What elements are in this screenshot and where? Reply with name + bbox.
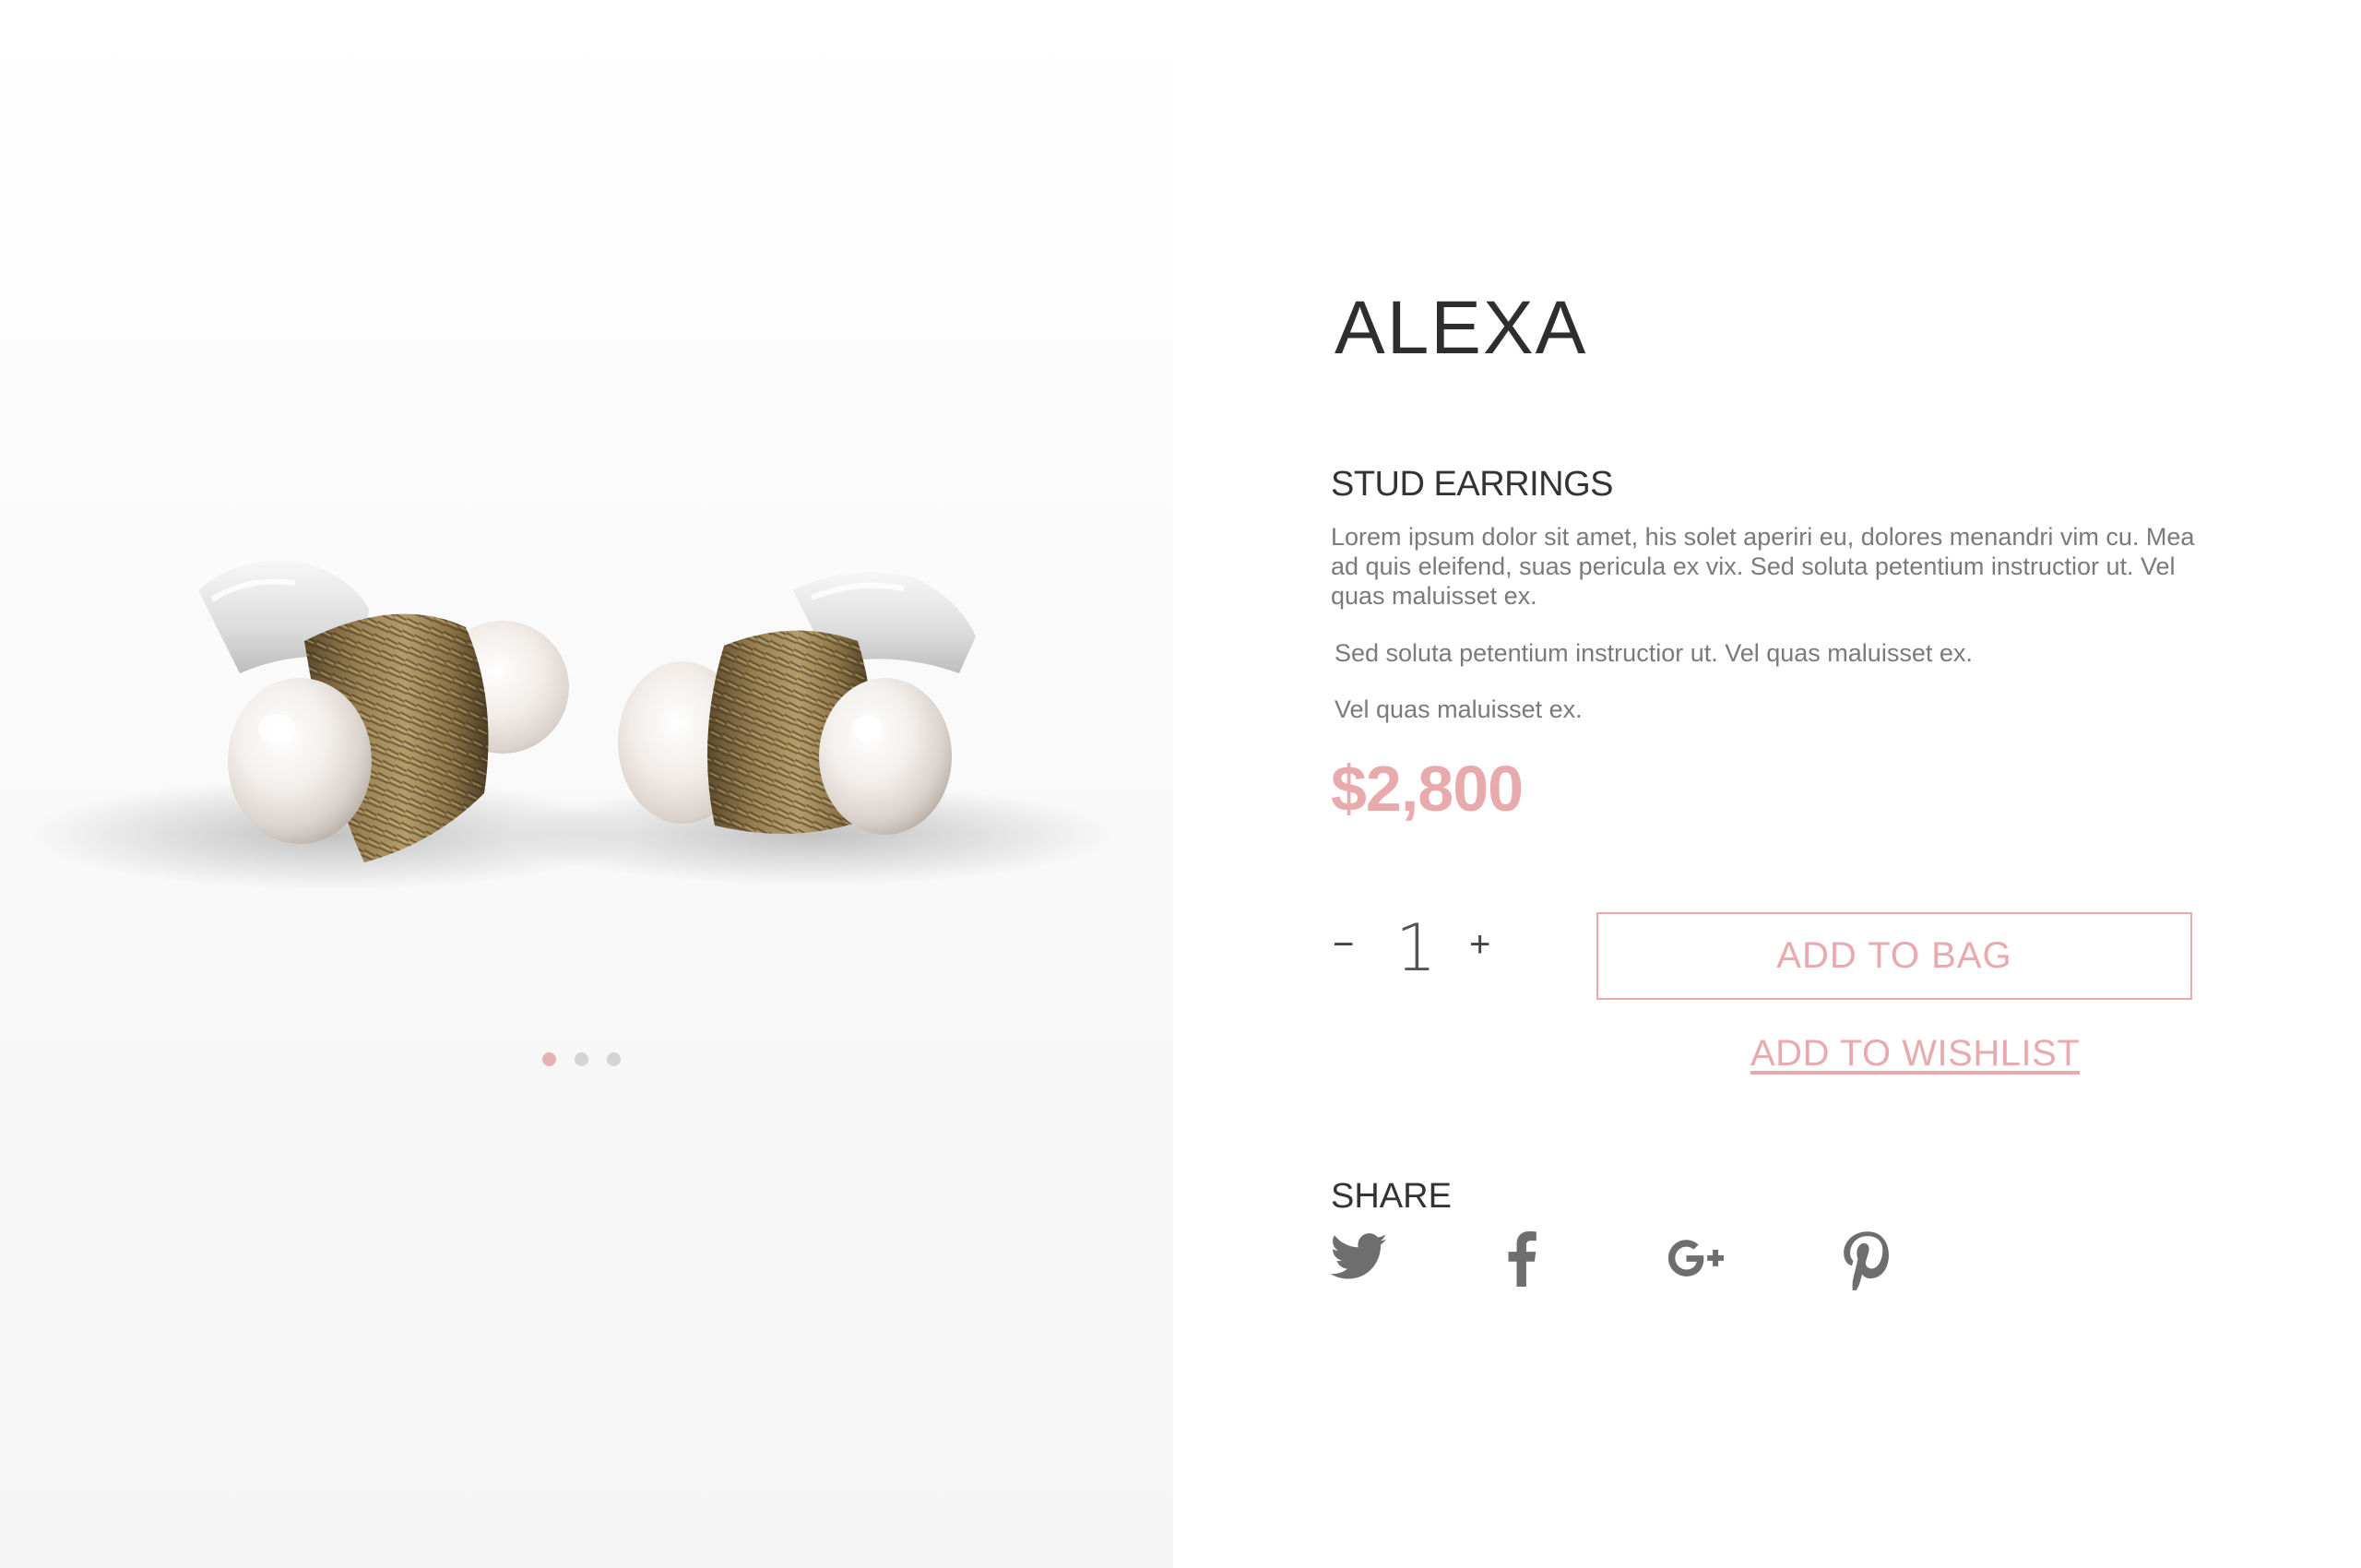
add-to-wishlist-link[interactable]: ADD TO WISHLIST xyxy=(1750,1035,2080,1072)
google-plus-icon[interactable] xyxy=(1667,1231,1725,1287)
carousel-dot-1[interactable] xyxy=(542,1052,556,1066)
quantity-value[interactable]: 1 xyxy=(1395,911,1437,985)
quantity-stepper: − 1 + xyxy=(1331,911,1515,985)
facebook-icon[interactable] xyxy=(1506,1231,1537,1287)
product-description: Lorem ipsum dolor sit amet, his solet ap… xyxy=(1331,523,2195,610)
product-page: ALEXA STUD EARRINGS Lorem ipsum dolor si… xyxy=(0,0,2361,1568)
add-to-bag-button[interactable]: ADD TO BAG xyxy=(1596,912,2192,1000)
twitter-icon[interactable] xyxy=(1331,1231,1388,1283)
product-gallery xyxy=(0,0,1173,1568)
carousel-dot-2[interactable] xyxy=(575,1052,588,1066)
quantity-decrease-button[interactable]: − xyxy=(1333,924,1354,966)
product-type: STUD EARRINGS xyxy=(1331,465,1613,504)
product-description-3: Vel quas maluisset ex. xyxy=(1335,695,1583,723)
pinterest-icon[interactable] xyxy=(1843,1231,1891,1290)
product-price: $2,800 xyxy=(1331,753,1524,825)
share-label: SHARE xyxy=(1331,1177,1452,1216)
product-name: ALEXA xyxy=(1335,286,1588,370)
product-description-2: Sed soluta petentium instructior ut. Vel… xyxy=(1335,639,1973,667)
quantity-increase-button[interactable]: + xyxy=(1469,924,1490,966)
carousel-dot-3[interactable] xyxy=(607,1052,621,1066)
product-image xyxy=(28,561,1116,890)
social-share-icons xyxy=(1331,1231,1921,1296)
carousel-dots xyxy=(542,1052,621,1066)
